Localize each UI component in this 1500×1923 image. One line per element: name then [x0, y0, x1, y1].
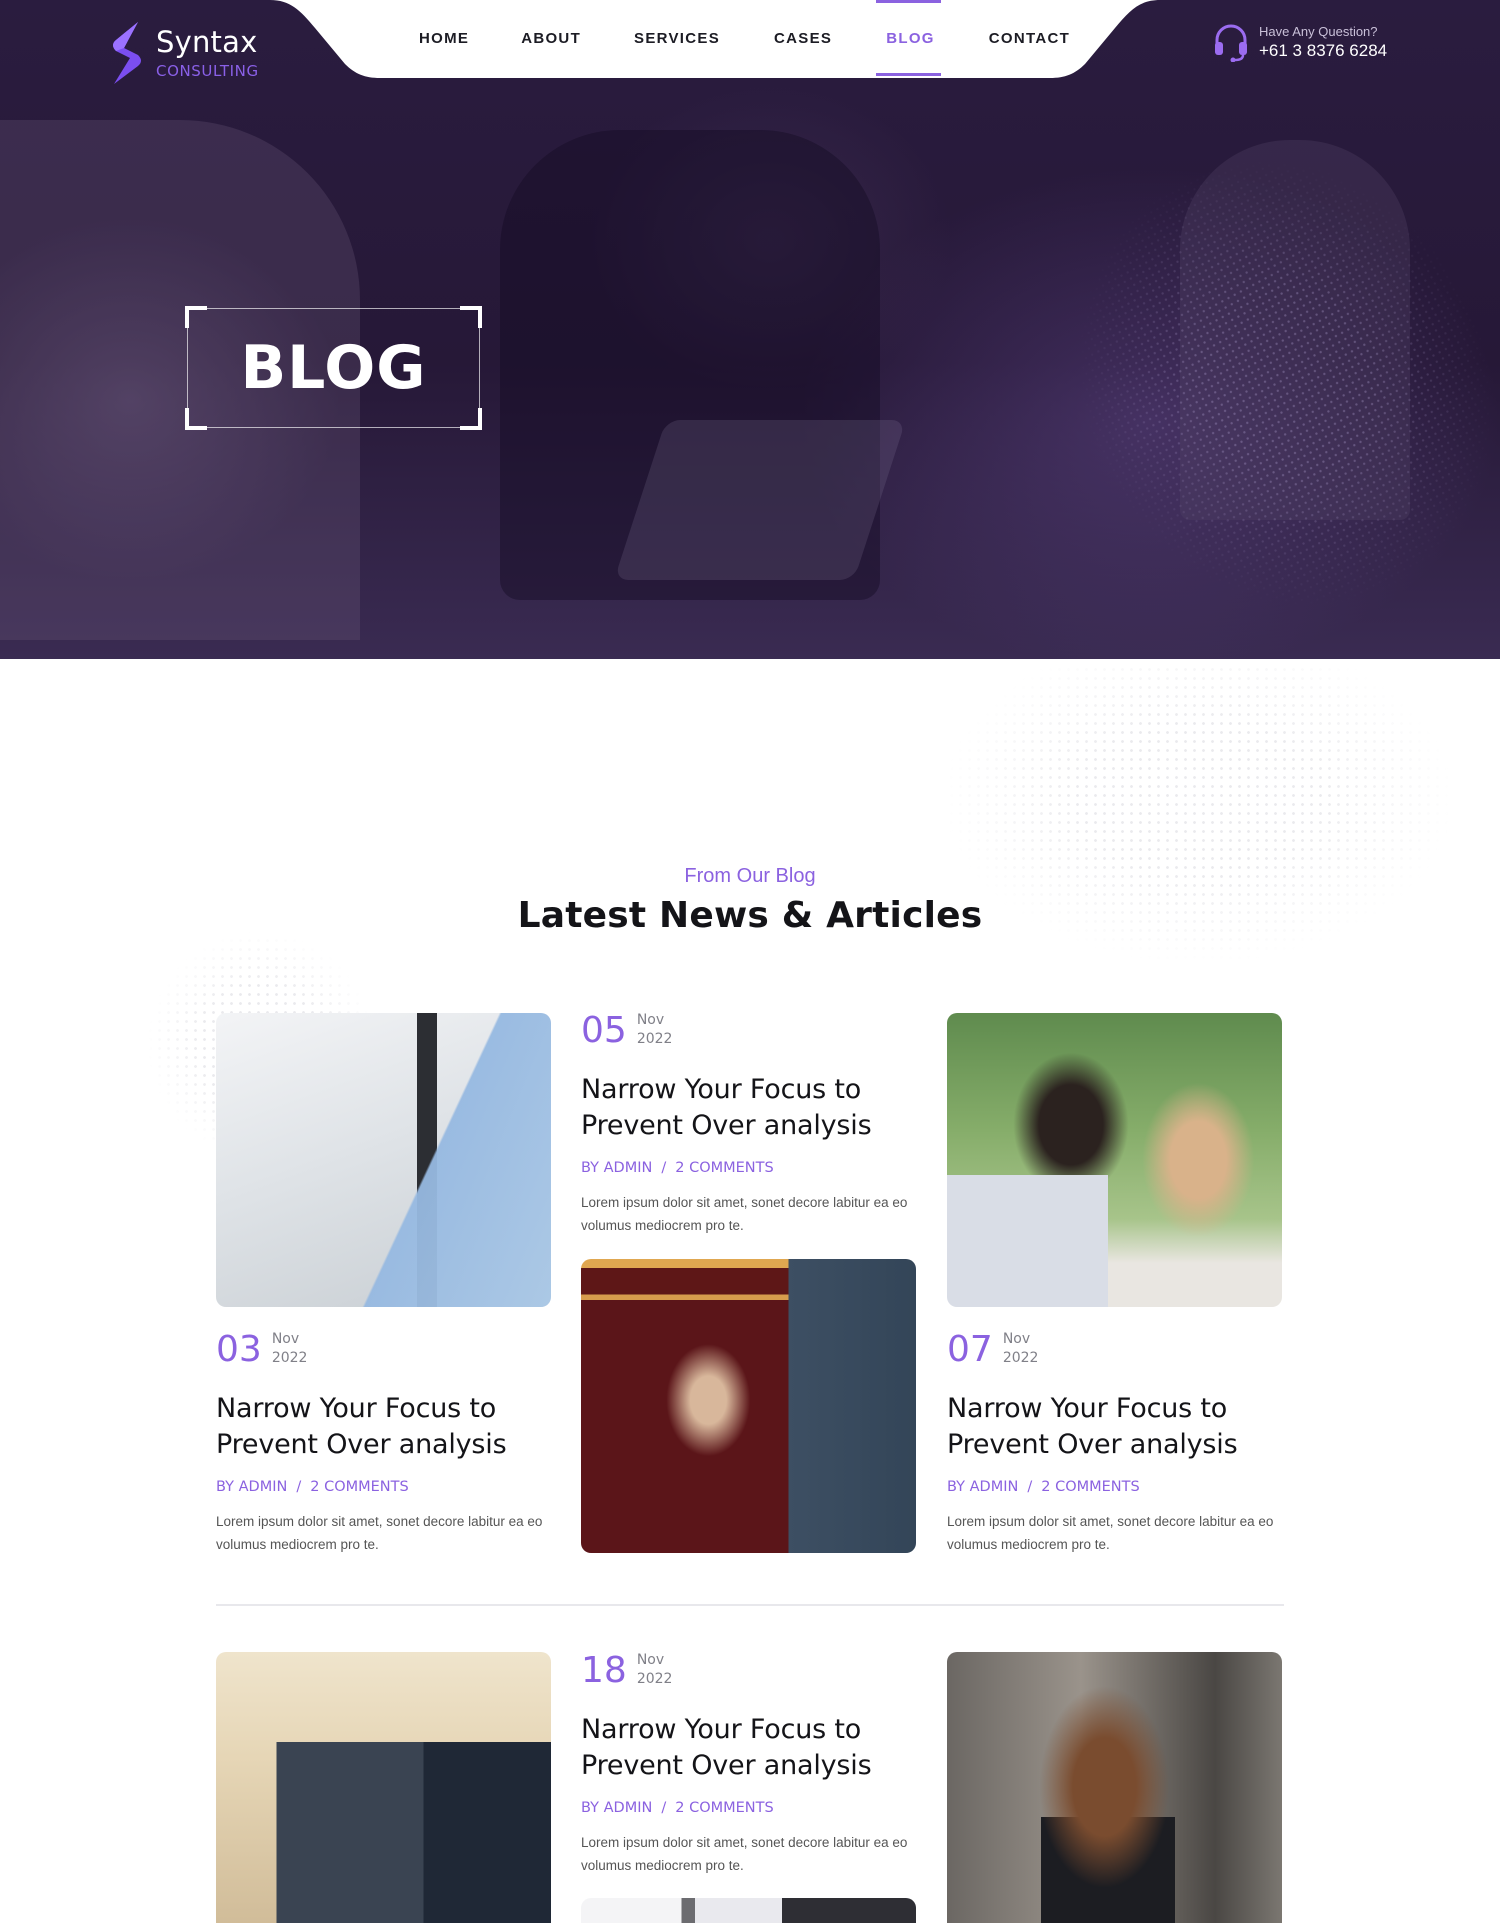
section-kicker: From Our Blog [684, 865, 816, 887]
meta-separator: / [296, 1479, 302, 1495]
post-author[interactable]: BY ADMIN [581, 1800, 652, 1816]
post-year: 2022 [271, 1350, 308, 1366]
post-month: Nov [271, 1331, 300, 1347]
page-title-frame: BLOG [185, 306, 482, 430]
post-title[interactable]: Narrow Your Focus to Prevent Over analys… [581, 1712, 921, 1784]
post-title[interactable]: Narrow Your Focus to Prevent Over analys… [947, 1391, 1287, 1463]
contact-phone[interactable]: +61 3 8376 6284 [1259, 41, 1387, 61]
post-image[interactable] [216, 1652, 551, 1923]
post-year: 2022 [636, 1031, 673, 1047]
meta-separator: / [661, 1800, 667, 1816]
main-nav: HOME ABOUT SERVICES CASES BLOG CONTACT [419, 0, 1070, 76]
post-image[interactable] [947, 1013, 1282, 1307]
post-month: Nov [636, 1652, 665, 1668]
post-day: 18 [581, 1650, 627, 1691]
post-excerpt: Lorem ipsum dolor sit amet, sonet decore… [947, 1514, 1274, 1552]
post-author[interactable]: BY ADMIN [947, 1479, 1018, 1495]
logo-s-icon [113, 22, 141, 84]
page-title: BLOG [240, 333, 427, 403]
post-year: 2022 [1002, 1350, 1039, 1366]
frame-corner [185, 408, 207, 430]
post-comments[interactable]: 2 COMMENTS [1041, 1479, 1139, 1495]
post-card: 07 Nov 2022 Narrow Your Focus to Prevent … [947, 1329, 1287, 1556]
post-date: 05 Nov 2022 [581, 1010, 921, 1052]
post-image[interactable] [581, 1259, 916, 1553]
post-date: 07 Nov 2022 [947, 1329, 1287, 1371]
nav-blog[interactable]: BLOG [876, 0, 941, 76]
post-comments[interactable]: 2 COMMENTS [675, 1160, 773, 1176]
post-image[interactable] [947, 1652, 1282, 1923]
post-card: 18 Nov 2022 Narrow Your Focus to Prevent … [581, 1650, 921, 1877]
world-map-dots-decoration [830, 665, 1500, 1045]
post-card: 03 Nov 2022 Narrow Your Focus to Prevent … [216, 1329, 556, 1556]
post-year: 2022 [636, 1671, 673, 1687]
meta-separator: / [661, 1160, 667, 1176]
logo-tagline: CONSULTING [156, 62, 259, 80]
post-excerpt: Lorem ipsum dolor sit amet, sonet decore… [581, 1835, 908, 1873]
frame-corner [460, 408, 482, 430]
nav-about[interactable]: ABOUT [521, 0, 581, 76]
post-meta: BY ADMIN / 2 COMMENTS [581, 1800, 921, 1816]
nav-home[interactable]: HOME [419, 0, 469, 76]
post-image[interactable] [581, 1898, 916, 1923]
logo-name: Syntax [156, 25, 258, 59]
frame-corner [460, 306, 482, 328]
frame-corner [185, 306, 207, 328]
post-author[interactable]: BY ADMIN [581, 1160, 652, 1176]
row-divider [216, 1604, 1284, 1606]
post-excerpt: Lorem ipsum dolor sit amet, sonet decore… [216, 1514, 543, 1552]
post-title[interactable]: Narrow Your Focus to Prevent Over analys… [216, 1391, 556, 1463]
post-excerpt: Lorem ipsum dolor sit amet, sonet decore… [581, 1195, 908, 1233]
nav-cases[interactable]: CASES [774, 0, 832, 76]
headset-icon [1215, 24, 1247, 62]
post-date: 03 Nov 2022 [216, 1329, 556, 1371]
post-day: 05 [581, 1010, 627, 1051]
post-meta: BY ADMIN / 2 COMMENTS [947, 1479, 1287, 1495]
post-day: 03 [216, 1329, 262, 1370]
post-card: 05 Nov 2022 Narrow Your Focus to Prevent … [581, 1010, 921, 1237]
post-month: Nov [1002, 1331, 1031, 1347]
meta-separator: / [1027, 1479, 1033, 1495]
post-image[interactable] [216, 1013, 551, 1307]
nav-contact[interactable]: CONTACT [989, 0, 1070, 76]
post-title[interactable]: Narrow Your Focus to Prevent Over analys… [581, 1072, 921, 1144]
header-contact[interactable]: Have Any Question? +61 3 8376 6284 [1213, 22, 1387, 62]
section-title: Latest News & Articles [517, 895, 983, 936]
site-logo[interactable]: Syntax CONSULTING [108, 20, 259, 86]
post-author[interactable]: BY ADMIN [216, 1479, 287, 1495]
post-comments[interactable]: 2 COMMENTS [675, 1800, 773, 1816]
post-meta: BY ADMIN / 2 COMMENTS [216, 1479, 556, 1495]
post-month: Nov [636, 1012, 665, 1028]
post-meta: BY ADMIN / 2 COMMENTS [581, 1160, 921, 1176]
post-comments[interactable]: 2 COMMENTS [310, 1479, 408, 1495]
post-day: 07 [947, 1329, 993, 1370]
contact-question: Have Any Question? [1259, 23, 1378, 39]
nav-services[interactable]: SERVICES [634, 0, 720, 76]
post-date: 18 Nov 2022 [581, 1650, 921, 1692]
